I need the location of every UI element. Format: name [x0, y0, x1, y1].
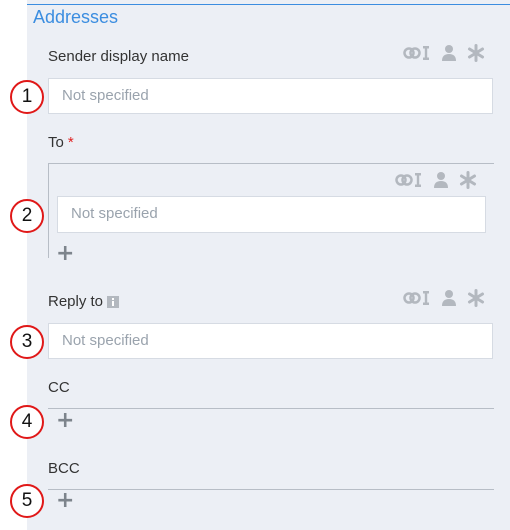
callout-4: 4: [10, 405, 44, 439]
callout-3: 3: [10, 325, 44, 359]
section-title: Addresses: [33, 7, 119, 27]
section-divider: [27, 4, 510, 5]
callout-5: 5: [10, 484, 44, 518]
callout-2: 2: [10, 199, 44, 233]
to-field-actions: [395, 170, 477, 190]
reply-to-input[interactable]: Not specified: [48, 323, 493, 359]
cc-add-plus-icon[interactable]: +: [56, 410, 74, 432]
to-group-top-border: [48, 163, 494, 164]
cc-label: CC: [48, 379, 70, 396]
sender-display-name-label: Sender display name: [48, 48, 189, 65]
reply-to-label: Reply to: [48, 293, 120, 312]
callout-1: 1: [10, 80, 44, 114]
bcc-add-plus-icon[interactable]: +: [56, 490, 74, 512]
to-label-text: To: [48, 134, 64, 151]
asterisk-icon[interactable]: [467, 44, 485, 62]
reply-to-label-text: Reply to: [48, 293, 104, 310]
asterisk-icon[interactable]: [459, 171, 477, 189]
required-marker: *: [67, 134, 74, 151]
bcc-label: BCC: [48, 460, 80, 477]
info-icon[interactable]: [107, 295, 120, 312]
cc-divider: [48, 408, 494, 409]
to-input[interactable]: Not specified: [57, 196, 486, 233]
to-add-plus-icon[interactable]: +: [56, 243, 74, 265]
to-label: To *: [48, 134, 74, 151]
asterisk-icon[interactable]: [467, 289, 485, 307]
to-group-left-border: [48, 163, 49, 258]
link-text-icon[interactable]: [395, 170, 423, 190]
sender-field-actions: [403, 43, 485, 63]
link-text-icon[interactable]: [403, 288, 431, 308]
user-icon[interactable]: [441, 289, 457, 307]
bcc-divider: [48, 489, 494, 490]
link-text-icon[interactable]: [403, 43, 431, 63]
sender-display-name-input[interactable]: Not specified: [48, 78, 493, 114]
user-icon[interactable]: [433, 171, 449, 189]
reply-to-field-actions: [403, 288, 485, 308]
user-icon[interactable]: [441, 44, 457, 62]
